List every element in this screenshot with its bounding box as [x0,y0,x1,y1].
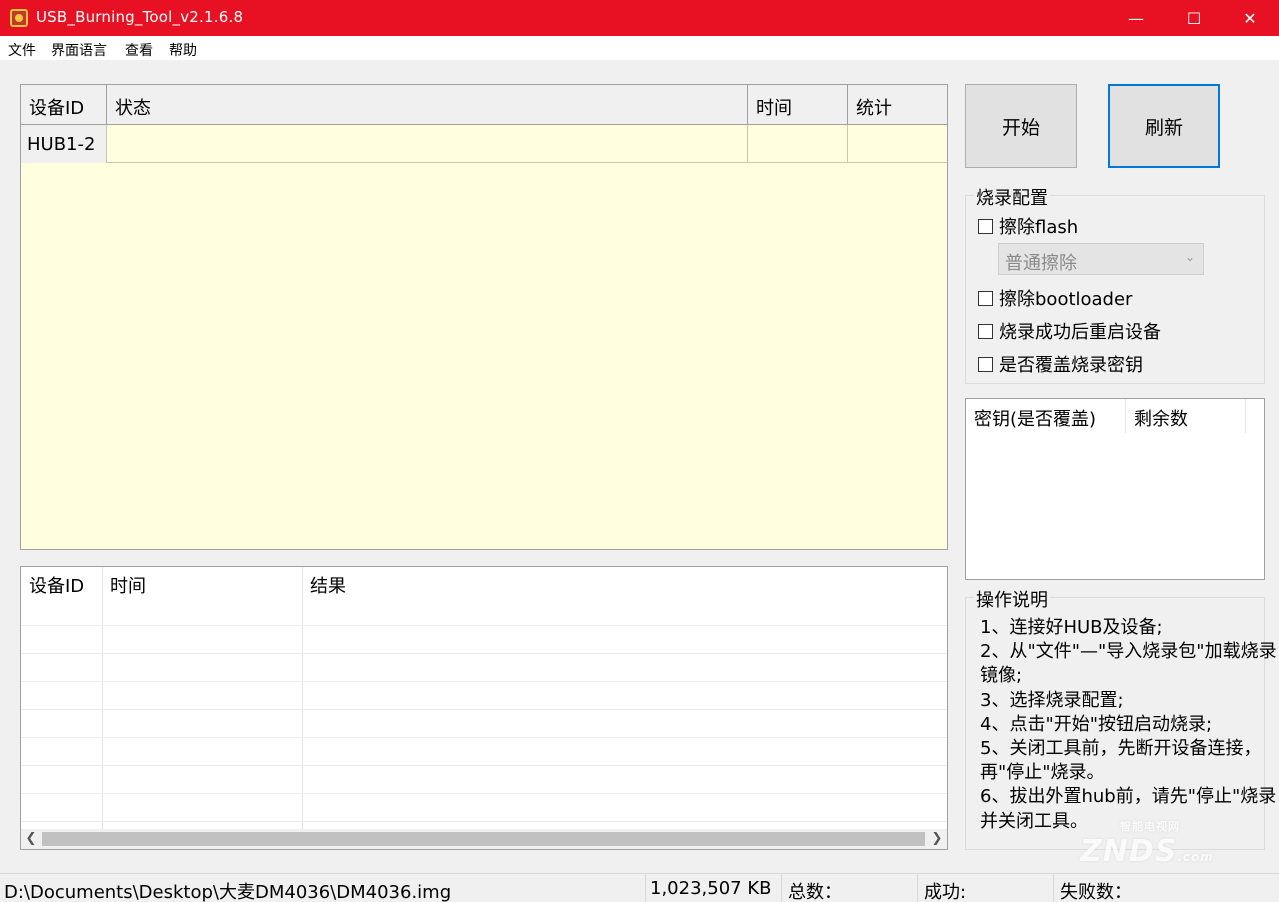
stats-cell [848,125,947,163]
status-fail: 失败数： [1060,882,1132,902]
menu-view[interactable]: 查看 [125,40,153,60]
erase-mode-select[interactable]: 普通擦除 ⌄ [998,243,1204,275]
status-total: 总数： [782,874,918,902]
menu-bar: 文件 界面语言 查看 帮助 [0,36,1279,60]
scroll-left-icon[interactable]: ❮ [21,829,41,849]
instructions-title: 操作说明 [974,586,1050,612]
close-button[interactable]: ✕ [1221,0,1279,36]
erase-bootloader-label: 擦除bootloader [999,289,1133,310]
log-col-device-id[interactable]: 设备ID [21,567,102,625]
instruction-line: 1、连接好HUB及设备; [980,617,1163,638]
time-cell [748,125,848,163]
scroll-right-icon[interactable]: ❯ [927,829,947,849]
log-col-time[interactable]: 时间 [102,567,302,625]
instruction-line: 4、点击"开始"按钮启动烧录; [980,713,1213,735]
device-id-cell: HUB1-2 [21,125,107,163]
horizontal-scrollbar[interactable]: ❮ ❯ [21,829,947,849]
log-col-result[interactable]: 结果 [302,567,942,625]
menu-help[interactable]: 帮助 [169,40,197,60]
erase-mode-value: 普通擦除 [1005,253,1077,274]
row-line [21,681,947,682]
reboot-after-option[interactable]: 烧录成功后重启设备 [978,319,1161,343]
instructions-group: 操作说明 1、连接好HUB及设备; 2、从"文件"—"导入烧录包"加载烧录镜像;… [965,586,1277,850]
col-time[interactable]: 时间 [748,85,848,124]
burn-config-group: 烧录配置 擦除flash 普通擦除 ⌄ 擦除bootloader 烧录成功后重启… [965,184,1265,384]
erase-bootloader-checkbox[interactable] [978,290,993,306]
key-list[interactable]: 密钥(是否覆盖) 剩余数 [965,398,1265,580]
key-col-remaining[interactable]: 剩余数 [1126,399,1246,433]
status-bar: D:\Documents\Desktop\大麦DM4036\DM4036.img… [0,873,1279,902]
menu-file[interactable]: 文件 [8,40,36,60]
instruction-line: 5、关闭工具前，先断开设备连接，再"停止"烧录。 [980,738,1262,784]
watermark-top: 智能电视网 [1120,820,1180,833]
col-status[interactable]: 状态 [107,85,748,124]
start-button[interactable]: 开始 [965,84,1077,168]
status-file-path: D:\Documents\Desktop\大麦DM4036\DM4036.img [0,874,646,902]
column-divider [102,567,103,829]
instruction-line: 2、从"文件"—"导入烧录包"加载烧录镜像; [980,641,1277,687]
reboot-after-label: 烧录成功后重启设备 [999,322,1161,343]
overwrite-key-label: 是否覆盖烧录密钥 [999,355,1143,376]
watermark-main: ZNDS [1080,834,1178,869]
row-line [21,765,947,766]
row-line [21,709,947,710]
menu-language[interactable]: 界面语言 [51,40,107,60]
instructions-text: 1、连接好HUB及设备; 2、从"文件"—"导入烧录包"加载烧录镜像; 3、选择… [980,616,1279,834]
scrollbar-thumb[interactable] [42,832,925,846]
device-table-header: 设备ID 状态 时间 统计 [21,85,947,125]
overwrite-key-checkbox[interactable] [978,356,993,372]
refresh-button[interactable]: 刷新 [1108,84,1220,168]
row-line [21,821,947,822]
reboot-after-checkbox[interactable] [978,323,993,339]
status-success: 成功: [918,874,1054,902]
row-line [21,625,947,626]
chevron-down-icon: ⌄ [1184,250,1195,264]
burn-config-title: 烧录配置 [974,184,1050,210]
table-row[interactable]: HUB1-2 [21,125,947,163]
erase-flash-checkbox[interactable] [978,218,993,234]
instruction-line: 3、选择烧录配置; [980,689,1124,711]
status-file-size: 1,023,507 KB [646,874,782,902]
device-table[interactable]: 设备ID 状态 时间 统计 HUB1-2 [20,84,948,550]
log-table[interactable]: 设备ID 时间 结果 ❮ ❯ [20,566,948,850]
column-divider [302,567,303,829]
col-stats[interactable]: 统计 [848,85,947,124]
col-device-id[interactable]: 设备ID [21,85,107,124]
title-bar[interactable]: USB_Burning_Tool_v2.1.6.8 — ☐ ✕ [0,0,1279,36]
app-icon [10,9,28,27]
key-col-key[interactable]: 密钥(是否覆盖) [966,399,1126,433]
erase-flash-option[interactable]: 擦除flash [978,214,1078,238]
watermark-logo: 智能电视网 ZNDS.com [1080,818,1214,869]
row-line [21,793,947,794]
erase-bootloader-option[interactable]: 擦除bootloader [978,286,1132,310]
erase-flash-label: 擦除flash [999,217,1079,238]
minimize-button[interactable]: — [1107,0,1165,36]
status-cell [107,125,748,163]
row-line [21,737,947,738]
window-title: USB_Burning_Tool_v2.1.6.8 [36,8,244,26]
maximize-button[interactable]: ☐ [1165,0,1223,36]
watermark-suffix: .com [1177,850,1214,864]
row-line [21,653,947,654]
overwrite-key-option[interactable]: 是否覆盖烧录密钥 [978,352,1143,376]
